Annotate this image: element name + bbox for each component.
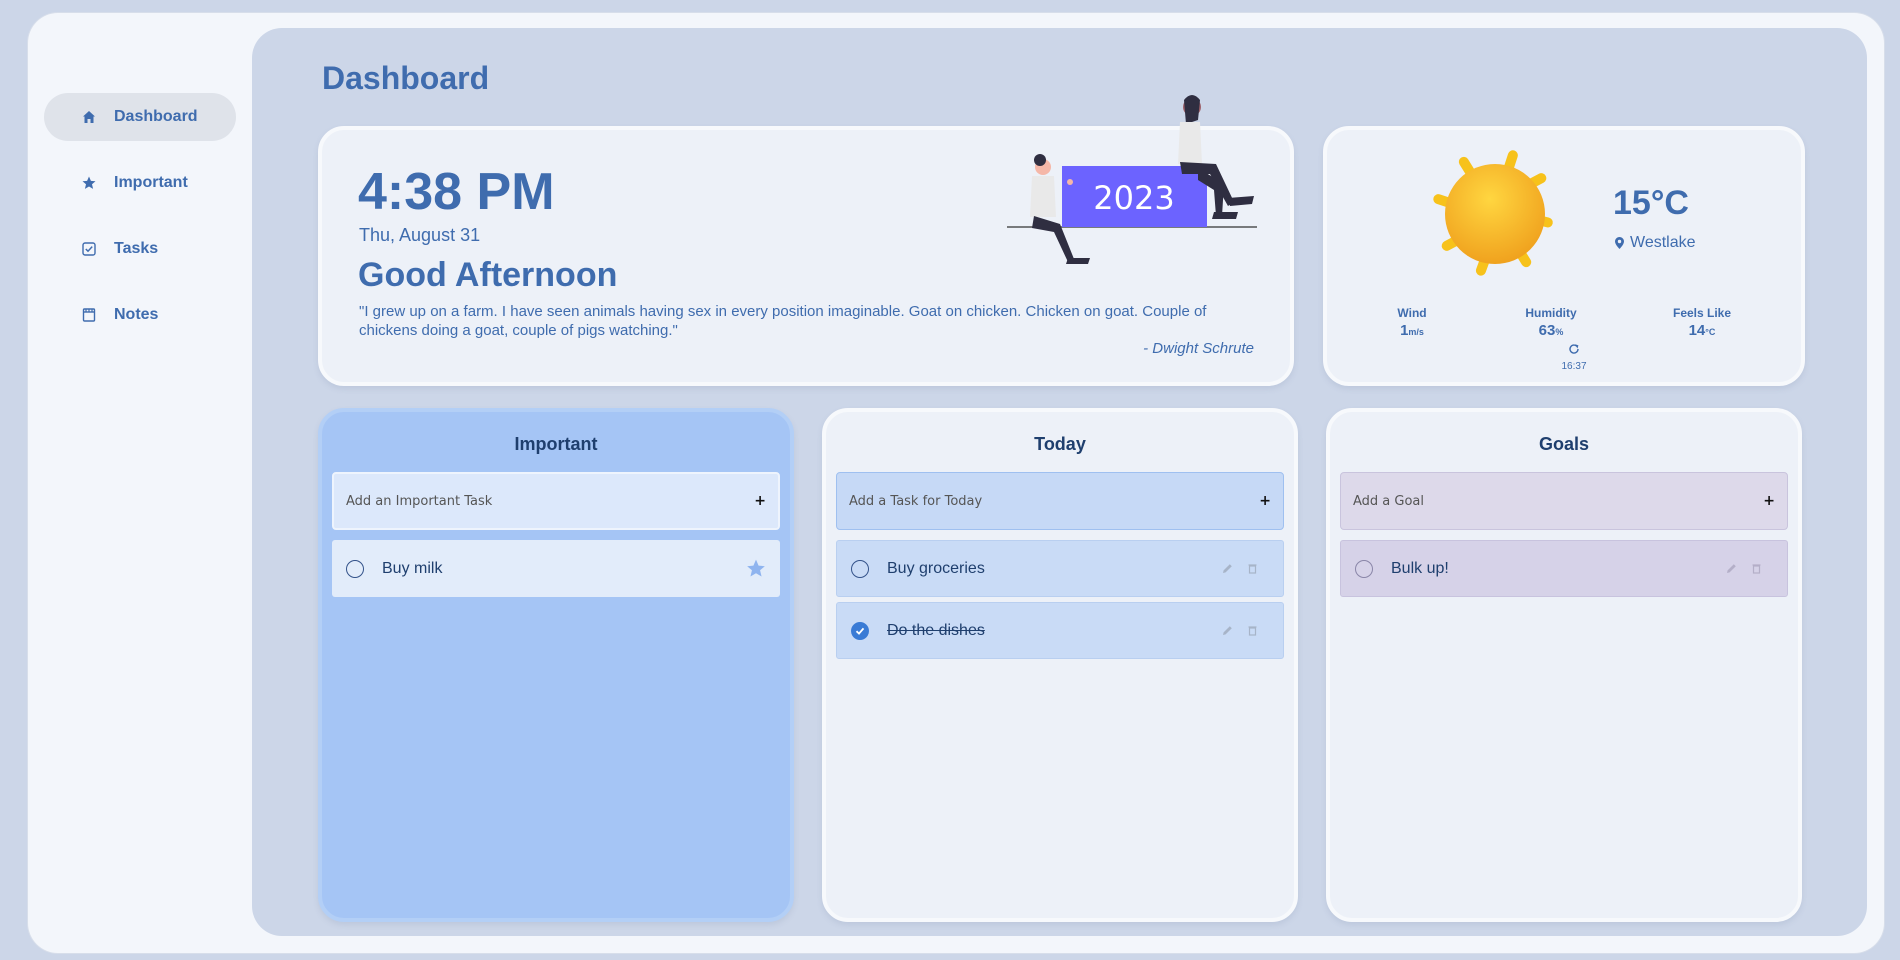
task-checkbox[interactable] xyxy=(346,559,364,578)
list-title: Today xyxy=(1034,434,1086,454)
task-item[interactable]: Do the dishes xyxy=(836,602,1284,659)
task-text: Buy milk xyxy=(382,559,443,577)
clock-date: Thu, August 31 xyxy=(359,225,481,245)
humidity-value: 63 xyxy=(1538,322,1556,339)
add-important-task-input[interactable]: Add an Important Task + xyxy=(332,472,780,530)
location-pin-icon xyxy=(1615,237,1624,249)
task-checkbox[interactable] xyxy=(1355,559,1373,578)
sidebar-item-important[interactable]: Important xyxy=(44,159,236,207)
add-button[interactable]: + xyxy=(1763,493,1775,509)
list-title: Goals xyxy=(1538,434,1590,454)
star-icon[interactable] xyxy=(746,559,766,578)
add-button[interactable]: + xyxy=(754,493,766,509)
humidity-value-row: 63% xyxy=(1506,322,1596,339)
task-item[interactable]: Buy milk xyxy=(332,540,780,597)
humidity-label: Humidity xyxy=(1525,306,1577,320)
wind-label: Wind xyxy=(1397,306,1427,320)
delete-icon[interactable] xyxy=(1246,624,1259,637)
sidebar-item-label: Important xyxy=(114,174,188,191)
add-today-task-input[interactable]: Add a Task for Today + xyxy=(836,472,1284,530)
input-placeholder: Add a Task for Today xyxy=(849,493,983,509)
edit-icon[interactable] xyxy=(1725,562,1738,575)
task-text: Buy groceries xyxy=(887,559,985,577)
input-placeholder: Add a Goal xyxy=(1353,493,1425,509)
feels-like-value-row: 14°C xyxy=(1657,322,1747,339)
temperature: 15°C xyxy=(1613,184,1689,222)
wind-value-row: 1m/s xyxy=(1367,322,1457,339)
task-checkbox-checked[interactable] xyxy=(851,621,869,640)
weather-card: 15°C Westlake Wind 1m/s Humidity 63% Fee… xyxy=(1323,126,1805,386)
main-content: Dashboard 4:38 PM Thu, August 31 Good Af… xyxy=(252,28,1867,936)
feels-like-unit: °C xyxy=(1705,327,1716,337)
star-icon xyxy=(82,176,96,190)
task-item[interactable]: Bulk up! xyxy=(1340,540,1788,597)
page-title: Dashboard xyxy=(322,60,490,96)
checkmark-icon xyxy=(855,627,865,635)
list-title: Important xyxy=(514,434,598,454)
sidebar-item-notes[interactable]: Notes xyxy=(44,291,236,339)
feels-like-metric: Feels Like 14°C xyxy=(1657,306,1747,339)
task-item[interactable]: Buy groceries xyxy=(836,540,1284,597)
clock-card: 4:38 PM Thu, August 31 Good Afternoon "I… xyxy=(318,95,1294,386)
greeting: Good Afternoon xyxy=(358,256,618,294)
add-goal-input[interactable]: Add a Goal + xyxy=(1340,472,1788,530)
humidity-metric: Humidity 63% xyxy=(1506,306,1596,339)
updated-time: 16:37 xyxy=(1561,361,1587,372)
checkbox-icon xyxy=(82,242,96,256)
task-text: Bulk up! xyxy=(1391,559,1449,577)
feels-like-value: 14 xyxy=(1688,322,1706,339)
refresh-icon[interactable] xyxy=(1568,343,1580,355)
sidebar: Dashboard Important Tasks Notes xyxy=(28,13,252,953)
wind-unit: m/s xyxy=(1408,327,1424,337)
edit-icon[interactable] xyxy=(1221,624,1234,637)
app-window: Dashboard Important Tasks Notes Dashboar… xyxy=(28,13,1884,953)
sidebar-item-label: Tasks xyxy=(114,240,159,257)
quote-text: "I grew up on a farm. I have seen animal… xyxy=(359,303,1207,339)
task-checkbox[interactable] xyxy=(851,559,869,578)
sidebar-item-label: Notes xyxy=(114,306,159,323)
illustration-year-text: 2023 xyxy=(1093,179,1174,217)
quote-author: - Dwight Schrute xyxy=(1143,340,1254,357)
today-list-card: Today Add a Task for Today + Buy groceri… xyxy=(822,408,1298,922)
delete-icon[interactable] xyxy=(1750,562,1763,575)
home-icon xyxy=(82,110,96,124)
input-placeholder: Add an Important Task xyxy=(346,493,493,509)
sun-icon xyxy=(1433,150,1553,276)
edit-icon[interactable] xyxy=(1221,562,1234,575)
sidebar-item-tasks[interactable]: Tasks xyxy=(44,225,236,273)
humidity-unit: % xyxy=(1555,327,1564,337)
location-text: Westlake xyxy=(1630,234,1696,251)
refresh-weather[interactable]: 16:37 xyxy=(1549,342,1599,372)
sidebar-item-label: Dashboard xyxy=(114,108,198,125)
feels-like-label: Feels Like xyxy=(1672,306,1732,320)
delete-icon[interactable] xyxy=(1246,562,1259,575)
goals-list-card: Goals Add a Goal + Bulk up! xyxy=(1326,408,1802,922)
clock-time: 4:38 PM xyxy=(358,163,555,221)
location: Westlake xyxy=(1615,234,1696,252)
add-button[interactable]: + xyxy=(1259,493,1271,509)
wind-metric: Wind 1m/s xyxy=(1367,306,1457,339)
important-list-card: Important Add an Important Task + Buy mi… xyxy=(318,408,794,922)
sidebar-item-dashboard[interactable]: Dashboard xyxy=(44,93,236,141)
task-text: Do the dishes xyxy=(887,621,985,639)
new-year-illustration: 2023 xyxy=(1007,95,1257,264)
notebook-icon xyxy=(82,308,96,322)
